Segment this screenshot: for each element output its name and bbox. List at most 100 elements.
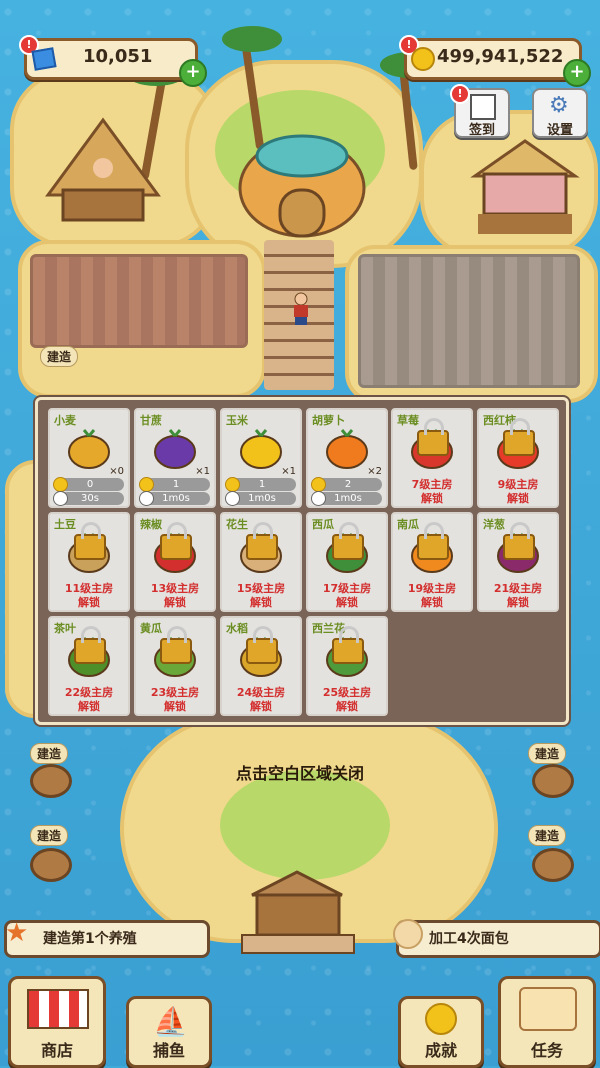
crop-name: 胡萝卜 <box>312 414 345 427</box>
crop-cell[interactable]: 洋葱 21级主房 解锁 <box>477 512 559 612</box>
lock-icon <box>417 522 449 560</box>
crop-cost-value: 0 <box>86 479 94 490</box>
barrel[interactable] <box>30 848 72 882</box>
crop-cost-value: 2 <box>344 479 352 490</box>
coin-icon <box>53 477 68 492</box>
crop-cell[interactable]: 小麦 ×0 0 30s <box>48 408 130 508</box>
crop-time: 1m0s <box>311 491 382 506</box>
barrel[interactable] <box>532 848 574 882</box>
crop-name: 水稻 <box>226 622 248 635</box>
crop-time-value: 30s <box>81 493 99 504</box>
unlock-text: 解锁 <box>421 596 443 609</box>
crop-field-east[interactable] <box>358 254 580 388</box>
coin-icon <box>311 477 326 492</box>
crop-cell[interactable]: 草莓 7级主房 解锁 <box>391 408 473 508</box>
dock-hut[interactable] <box>232 870 362 960</box>
clock-icon <box>225 491 240 506</box>
crop-count: ×2 <box>367 466 382 477</box>
crop-cell[interactable]: 玉米 ×1 1 1m0s <box>220 408 302 508</box>
crop-cell[interactable]: 甘蔗 ×1 1 1m0s <box>134 408 216 508</box>
crop-name: 土豆 <box>54 518 76 531</box>
crop-name: 花生 <box>226 518 248 531</box>
fishing-button[interactable]: ⛵ 捕鱼 <box>126 996 212 1068</box>
signin-button[interactable]: ! 签到 <box>450 84 510 138</box>
crop-cell[interactable]: 黄瓜 23级主房 解锁 <box>134 616 216 716</box>
quest-build-farm[interactable]: ★ 建造第1个养殖 <box>4 918 210 958</box>
lock-icon <box>160 626 192 664</box>
storage-hut[interactable] <box>470 136 580 246</box>
close-hint[interactable]: 点击空白区域关闭 <box>0 760 600 784</box>
shell-icon <box>393 919 423 949</box>
unlock-text: 解锁 <box>507 492 529 505</box>
crop-cell[interactable]: 南瓜 19级主房 解锁 <box>391 512 473 612</box>
scroll-icon <box>519 987 577 1031</box>
crop-name: 西瓜 <box>312 518 334 531</box>
settings-label: 设置 <box>546 123 573 138</box>
crop-cost: 0 <box>53 477 124 492</box>
unlock-text: 解锁 <box>164 700 186 713</box>
crop-icon <box>326 429 368 469</box>
lock-icon <box>74 522 106 560</box>
crop-icon <box>154 429 196 469</box>
gems-bar: ! 10,051 + <box>19 35 207 87</box>
crop-name: 辣椒 <box>140 518 162 531</box>
alert-icon: ! <box>450 84 470 104</box>
crop-cost: 1 <box>225 477 296 492</box>
clock-icon <box>311 491 326 506</box>
lock-icon <box>417 418 449 456</box>
crop-cell[interactable]: 胡萝卜 ×2 2 1m0s <box>306 408 388 508</box>
palm-leaf <box>222 26 282 52</box>
crop-cell[interactable]: 西兰花 25级主房 解锁 <box>306 616 388 716</box>
medal-icon <box>425 1003 457 1035</box>
sailboat-icon: ⛵ <box>153 1005 188 1038</box>
crop-field-west[interactable] <box>30 254 248 348</box>
main-house[interactable] <box>232 128 372 240</box>
add-gems-button[interactable]: + <box>179 59 207 87</box>
unlock-text: 解锁 <box>336 596 358 609</box>
build-label[interactable]: 建造 <box>40 346 79 367</box>
coin-icon <box>139 477 154 492</box>
unlock-text: 解锁 <box>78 700 100 713</box>
crop-cell[interactable]: 水稻 24级主房 解锁 <box>220 616 302 716</box>
coins-bar: ! 499,941,522 + <box>399 35 591 87</box>
crop-cell[interactable]: 辣椒 13级主房 解锁 <box>134 512 216 612</box>
quest-left-text: 建造第1个养殖 <box>43 931 137 947</box>
notebook-icon <box>470 94 496 120</box>
settings-button[interactable]: ⚙ 设置 <box>532 88 588 138</box>
unlock-text: 解锁 <box>164 596 186 609</box>
coins-value: 499,941,522 <box>437 46 564 67</box>
crop-time: 1m0s <box>225 491 296 506</box>
crop-count: ×0 <box>109 466 124 477</box>
crop-cost-value: 1 <box>258 479 266 490</box>
crop-cell[interactable]: 茶叶 22级主房 解锁 <box>48 616 130 716</box>
lock-icon <box>160 522 192 560</box>
achievements-button[interactable]: 成就 <box>398 996 484 1068</box>
coin-icon <box>411 47 435 71</box>
tasks-button[interactable]: 任务 <box>498 976 596 1068</box>
achievements-label: 成就 <box>424 1041 457 1060</box>
quest-process-bread[interactable]: 加工4次面包 <box>393 919 600 958</box>
clock-icon <box>53 491 68 506</box>
crop-cell[interactable]: 土豆 11级主房 解锁 <box>48 512 130 612</box>
crop-selection-panel: 小麦 ×0 0 30s 甘蔗 ×1 1 1m0s 玉米 ×1 1 1m0s 胡萝卜 ×2 2 1m0s 草莓 7级… <box>35 397 569 725</box>
crop-cell[interactable]: 西瓜 17级主房 解锁 <box>306 512 388 612</box>
gem-icon <box>31 47 57 71</box>
signin-label: 签到 <box>468 123 495 138</box>
lock-icon <box>74 626 106 664</box>
build-label[interactable]: 建造 <box>30 825 69 846</box>
tasks-label: 任务 <box>530 1041 563 1060</box>
lock-icon <box>503 522 535 560</box>
character[interactable] <box>290 292 312 326</box>
unlock-text: 解锁 <box>78 596 100 609</box>
crop-cell[interactable]: 花生 15级主房 解锁 <box>220 512 302 612</box>
shop-label: 商店 <box>40 1041 73 1060</box>
build-label[interactable]: 建造 <box>528 825 567 846</box>
add-coins-button[interactable]: + <box>563 59 591 87</box>
gear-icon: ⚙ <box>549 93 569 118</box>
shop-button[interactable]: 商店 <box>8 976 106 1068</box>
cooking-hut[interactable] <box>38 110 168 230</box>
crop-name: 茶叶 <box>54 622 76 635</box>
crop-name: 小麦 <box>54 414 76 427</box>
crop-cell[interactable]: 西红柿 9级主房 解锁 <box>477 408 559 508</box>
crop-icon <box>240 429 282 469</box>
